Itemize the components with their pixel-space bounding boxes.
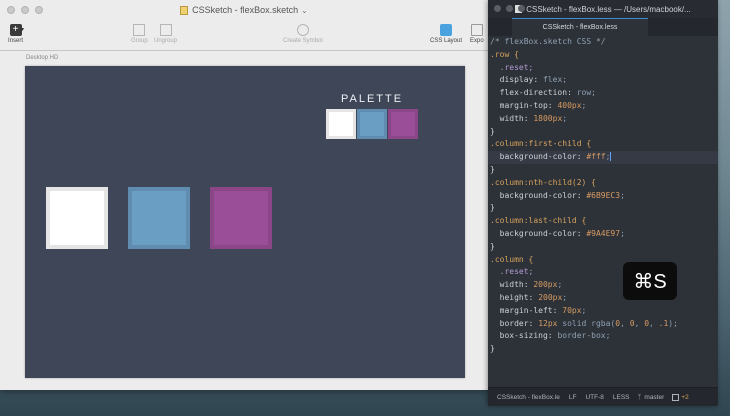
group-icon bbox=[133, 24, 146, 36]
code-line[interactable]: background-color: #fff; bbox=[488, 151, 718, 164]
flex-column[interactable] bbox=[210, 187, 272, 249]
minimize-window-button[interactable] bbox=[21, 6, 29, 14]
create-symbol-label: Create Symbol bbox=[283, 38, 323, 44]
css-layout-icon bbox=[440, 24, 453, 36]
keyboard-shortcut-overlay: ⌘S bbox=[623, 262, 677, 300]
status-grammar[interactable]: LESS bbox=[613, 394, 630, 401]
sketch-titlebar: CSSketch - flexBox.sketch ⌄ bbox=[0, 0, 488, 20]
export-icon bbox=[470, 24, 483, 36]
export-label: Expo bbox=[470, 38, 484, 44]
sketch-toolbar: + ▾ Insert Group Ungroup Create Symbol C… bbox=[0, 20, 488, 51]
code-line[interactable]: .reset; bbox=[488, 266, 718, 279]
editor-window-controls bbox=[494, 5, 525, 12]
flex-column[interactable] bbox=[46, 187, 108, 249]
code-line[interactable]: .row { bbox=[488, 49, 718, 62]
insert-button[interactable]: + ▾ Insert bbox=[8, 24, 25, 44]
code-line[interactable]: .column:first-child { bbox=[488, 138, 718, 151]
git-branch-icon: ᛉ bbox=[637, 393, 642, 401]
caret-down-icon: ▾ bbox=[21, 27, 25, 33]
code-line[interactable]: width: 200px; bbox=[488, 279, 718, 292]
ungroup-label: Ungroup bbox=[154, 38, 178, 44]
status-changes[interactable]: +2 bbox=[681, 394, 688, 401]
code-line[interactable]: margin-left: 70px; bbox=[488, 305, 718, 318]
code-line[interactable]: box-sizing: border-box; bbox=[488, 330, 718, 343]
editor-status-bar: CSSketch - flexBox.le LF UTF-8 LESS ᛉ ma… bbox=[488, 387, 718, 406]
code-line[interactable]: height: 200px; bbox=[488, 292, 718, 305]
status-file[interactable]: CSSketch - flexBox.le bbox=[497, 394, 560, 401]
tab-flexbox-less[interactable]: CSSketch - flexBox.less bbox=[512, 18, 648, 36]
create-symbol-button[interactable]: Create Symbol bbox=[283, 24, 323, 44]
css-layout-label: CSS Layout bbox=[430, 38, 463, 44]
code-line[interactable]: margin-top: 400px; bbox=[488, 100, 718, 113]
status-encoding[interactable]: UTF-8 bbox=[585, 394, 603, 401]
code-line[interactable]: background-color: #9A4E97; bbox=[488, 228, 718, 241]
code-line[interactable]: background-color: #6B9EC3; bbox=[488, 190, 718, 203]
css-layout-button[interactable]: CSS Layout bbox=[430, 24, 462, 44]
code-line[interactable]: flex-direction: row; bbox=[488, 87, 718, 100]
code-line[interactable]: .reset; bbox=[488, 62, 718, 75]
code-line[interactable]: } bbox=[488, 164, 718, 177]
zoom-window-button[interactable] bbox=[35, 6, 43, 14]
code-line[interactable]: .column:nth-child(2) { bbox=[488, 177, 718, 190]
code-editor-window: CSSketch - flexBox.less — /Users/macbook… bbox=[488, 0, 718, 406]
window-controls bbox=[7, 6, 43, 14]
plus-icon: + bbox=[9, 24, 22, 36]
sketch-window-title: CSSketch - flexBox.sketch bbox=[192, 5, 299, 15]
flex-column[interactable] bbox=[128, 187, 190, 249]
chevron-down-icon[interactable]: ⌄ bbox=[301, 6, 308, 15]
code-line[interactable]: display: flex; bbox=[488, 74, 718, 87]
palette-swatch[interactable] bbox=[326, 109, 356, 139]
status-branch[interactable]: master bbox=[644, 394, 664, 401]
code-line[interactable]: width: 1800px; bbox=[488, 113, 718, 126]
artboard-label[interactable]: Desktop HD bbox=[26, 55, 58, 61]
editor-close-button[interactable] bbox=[494, 5, 501, 12]
ungroup-icon bbox=[159, 24, 172, 36]
sketch-document-icon bbox=[180, 5, 189, 15]
close-window-button[interactable] bbox=[7, 6, 15, 14]
code-line[interactable]: } bbox=[488, 126, 718, 139]
editor-minimize-button[interactable] bbox=[506, 5, 513, 12]
editor-titlebar: CSSketch - flexBox.less — /Users/macbook… bbox=[488, 0, 718, 18]
group-button[interactable]: Group bbox=[131, 24, 148, 44]
group-label: Group bbox=[131, 38, 148, 44]
editor-zoom-button[interactable] bbox=[518, 5, 525, 12]
ungroup-button[interactable]: Ungroup bbox=[154, 24, 177, 44]
palette-swatch[interactable] bbox=[388, 109, 418, 139]
status-line-ending[interactable]: LF bbox=[569, 394, 577, 401]
artboard-canvas[interactable]: PALETTE bbox=[25, 66, 465, 378]
code-line[interactable]: /* flexBox.sketch CSS */ bbox=[488, 36, 718, 49]
editor-tab-bar: CSSketch - flexBox.less bbox=[488, 18, 718, 36]
git-changes-icon bbox=[672, 393, 680, 401]
code-line[interactable]: } bbox=[488, 343, 718, 356]
export-button[interactable]: Expo bbox=[470, 24, 484, 44]
code-line[interactable]: border: 12px solid rgba(0, 0, 0, .1); bbox=[488, 318, 718, 331]
code-line[interactable]: .column { bbox=[488, 254, 718, 267]
code-line[interactable]: .column:last-child { bbox=[488, 215, 718, 228]
palette-swatch[interactable] bbox=[357, 109, 387, 139]
symbol-icon bbox=[296, 24, 309, 36]
sketch-window: CSSketch - flexBox.sketch ⌄ + ▾ Insert G… bbox=[0, 0, 489, 390]
code-line[interactable]: } bbox=[488, 241, 718, 254]
code-line[interactable]: } bbox=[488, 202, 718, 215]
code-area[interactable]: /* flexBox.sketch CSS */.row { .reset; d… bbox=[488, 36, 718, 388]
insert-label: Insert bbox=[8, 38, 24, 44]
palette-title[interactable]: PALETTE bbox=[341, 93, 403, 105]
editor-window-title: CSSketch - flexBox.less — /Users/macbook… bbox=[526, 4, 691, 14]
